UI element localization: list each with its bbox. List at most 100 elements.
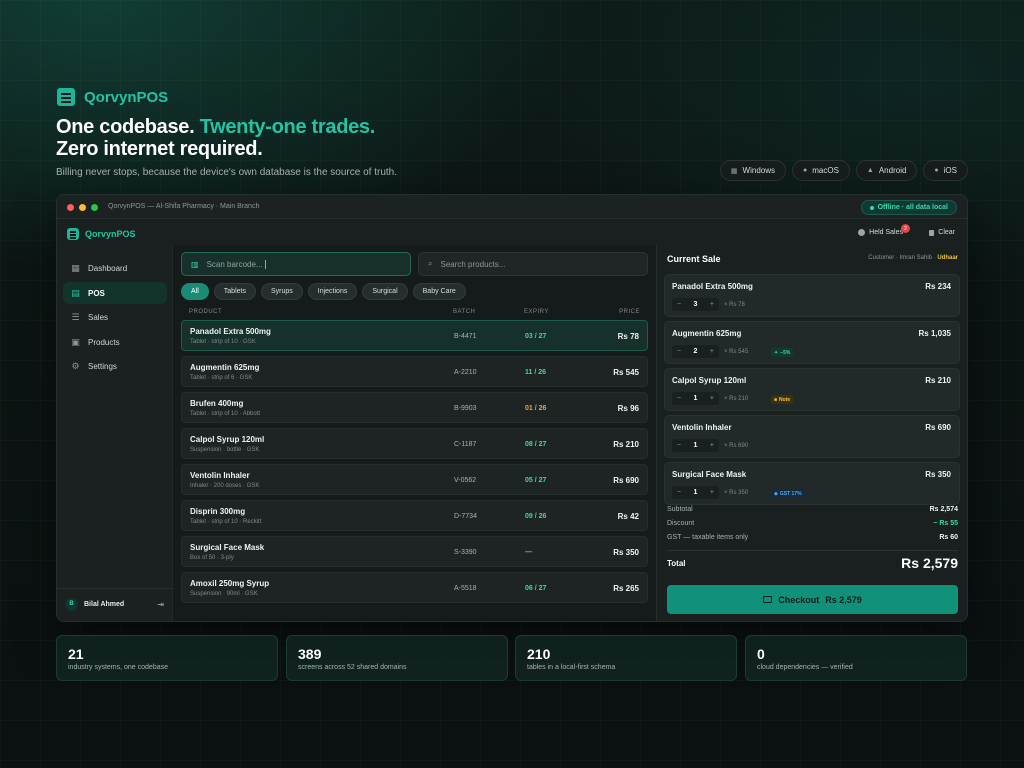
quantity-stepper[interactable]: − 1 + — [672, 439, 719, 452]
product-price: Rs 210 — [613, 440, 639, 449]
product-desc: Tablet · strip of 6 · GSK — [190, 375, 253, 381]
quantity-stepper[interactable]: − 1 + — [672, 486, 719, 499]
quantity-stepper[interactable]: − 1 + — [672, 392, 719, 405]
product-row[interactable]: Calpol Syrup 120ml Suspension · bottle · … — [181, 428, 648, 459]
column-header-expiry: EXPIRY — [524, 309, 549, 315]
app-top-bar: QorvynPOS Held Sales 2 Clear — [57, 219, 967, 245]
product-batch: B-4471 — [454, 333, 477, 340]
minus-icon[interactable]: − — [677, 395, 681, 402]
plus-icon[interactable]: + — [710, 442, 714, 449]
minus-icon[interactable]: − — [677, 348, 681, 355]
plus-icon[interactable]: + — [710, 301, 714, 308]
app-name: QorvynPOS — [85, 229, 136, 239]
platform-windows[interactable]: ▦ Windows — [719, 160, 786, 181]
text-caret — [264, 259, 266, 269]
column-header-product: PRODUCT — [189, 309, 223, 315]
total-value: Rs 2,579 — [901, 555, 958, 571]
product-row[interactable]: Brufen 400mg Tablet · strip of 10 · Abbot… — [181, 392, 648, 423]
quantity-stepper[interactable]: − 2 + — [672, 345, 719, 358]
hero-tagline: Billing never stops, because the device'… — [56, 167, 397, 178]
sidebar-item-dashboard[interactable]: ▦ Dashboard — [63, 257, 167, 279]
product-price: Rs 350 — [613, 548, 639, 557]
chip-syrups[interactable]: Syrups — [260, 283, 303, 300]
sale-item[interactable]: Panadol Extra 500mg Rs 234 − 3 + × Rs 78 — [664, 274, 960, 317]
user-profile[interactable]: B Bilal Ahmed ⇥ — [65, 595, 164, 613]
sale-item[interactable]: Ventolin Inhaler Rs 690 − 1 + × Rs 690 — [664, 415, 960, 458]
sale-item[interactable]: Surgical Face Mask Rs 350 − 1 + × Rs 350 ◆ GST … — [664, 462, 960, 505]
minus-icon[interactable]: − — [677, 442, 681, 449]
unit-price: × Rs 350 — [724, 490, 749, 496]
close-window-button[interactable] — [67, 204, 74, 211]
product-desc: Inhaler · 200 doses · GSK — [190, 483, 260, 489]
stat-label: cloud dependencies — verified — [757, 664, 853, 671]
chip-injections[interactable]: Injections — [307, 283, 358, 300]
clear-button[interactable]: Clear — [929, 229, 955, 236]
sale-item-total: Rs 1,035 — [918, 329, 951, 338]
chip-baby-care[interactable]: Baby Care — [412, 283, 466, 300]
barcode-input[interactable]: ▥ Scan barcode... — [181, 252, 411, 276]
sidebar-item-products[interactable]: ▣ Products — [63, 331, 167, 353]
platform-macos[interactable]: ● macOS — [792, 160, 850, 181]
stat-label: tables in a local-first schema — [527, 664, 616, 671]
sidebar-item-settings[interactable]: ⚙ Settings — [63, 355, 167, 377]
tag-label: GST 17% — [779, 490, 802, 497]
product-row[interactable]: Ventolin Inhaler Inhaler · 200 doses · GS… — [181, 464, 648, 495]
gear-icon: ⚙ — [71, 360, 80, 371]
product-expiry: 08 / 27 — [525, 441, 547, 448]
minus-icon[interactable]: − — [677, 301, 681, 308]
product-desc: Tablet · strip of 10 · Reckitt — [190, 519, 262, 525]
sidebar-item-label: Products — [88, 337, 120, 347]
product-price: Rs 96 — [617, 404, 639, 413]
platform-label: Windows — [742, 166, 775, 175]
plus-icon[interactable]: + — [710, 395, 714, 402]
product-row[interactable]: Surgical Face Mask Box of 50 · 3-ply S-339… — [181, 536, 648, 567]
tag-label: Note — [779, 396, 791, 403]
product-price: Rs 690 — [613, 476, 639, 485]
sale-item[interactable]: Calpol Syrup 120ml Rs 210 − 1 + × Rs 210 ■ Note — [664, 368, 960, 411]
chip-surgical[interactable]: Surgical — [362, 283, 408, 300]
quantity-stepper[interactable]: − 3 + — [672, 298, 719, 311]
sidebar-item-sales[interactable]: ☰ Sales — [63, 306, 167, 328]
product-row[interactable]: Panadol Extra 500mg Tablet · strip of 10 … — [181, 320, 648, 351]
product-price: Rs 78 — [617, 332, 639, 341]
sale-customer[interactable]: Customer · Imran Sahib · Udhaar — [868, 255, 958, 261]
product-desc: Suspension · bottle · GSK — [190, 447, 260, 453]
plus-icon[interactable]: + — [710, 348, 714, 355]
clear-label: Clear — [938, 229, 955, 236]
status-dot-icon — [869, 205, 874, 210]
app-brand: QorvynPOS — [67, 228, 136, 240]
tag-icon: ✦ — [774, 349, 779, 356]
held-sales-label: Held Sales — [869, 229, 903, 236]
hero-headline: One codebase. Twenty-one trades. Zero in… — [56, 116, 375, 160]
grid-icon: ▦ — [71, 262, 80, 273]
pause-icon — [858, 229, 866, 236]
platform-label: macOS — [812, 166, 839, 175]
checkout-button[interactable]: Checkout Rs 2,579 — [667, 585, 958, 614]
plus-icon[interactable]: + — [710, 489, 714, 496]
sidebar-item-pos[interactable]: ▤ POS — [63, 282, 167, 304]
product-row[interactable]: Disprin 300mg Tablet · strip of 10 · Reck… — [181, 500, 648, 531]
minus-icon[interactable]: − — [677, 489, 681, 496]
logout-icon[interactable]: ⇥ — [157, 600, 164, 609]
total-label: Total — [667, 558, 686, 568]
held-sales-button[interactable]: Held Sales 2 — [858, 224, 910, 236]
sale-item[interactable]: Augmentin 625mg Rs 1,035 − 2 + × Rs 545 ✦ −5% — [664, 321, 960, 364]
gst-value: Rs 60 — [939, 534, 958, 541]
product-name: Ventolin Inhaler — [190, 471, 250, 480]
platform-android[interactable]: ▲ Android — [855, 160, 918, 181]
windows-icon: ▦ — [730, 167, 738, 175]
barcode-icon: ▥ — [191, 259, 199, 269]
receipt-icon — [67, 228, 79, 240]
maximize-window-button[interactable] — [91, 204, 98, 211]
sidebar-item-label: Settings — [88, 361, 117, 371]
product-panel: ▥ Scan barcode... ⌕ Search products... A… — [174, 245, 655, 621]
receipt-icon: ▤ — [71, 287, 80, 298]
chip-tablets[interactable]: Tablets — [213, 283, 256, 300]
platform-ios[interactable]: ● iOS — [923, 160, 968, 181]
chip-all[interactable]: All — [181, 283, 209, 300]
product-batch: A-5518 — [454, 585, 477, 592]
product-row[interactable]: Augmentin 625mg Tablet · strip of 6 · GSK… — [181, 356, 648, 387]
product-row[interactable]: Amoxil 250mg Syrup Suspension · 90ml · GS… — [181, 572, 648, 603]
minimize-window-button[interactable] — [79, 204, 86, 211]
search-input[interactable]: ⌕ Search products... — [418, 252, 648, 276]
